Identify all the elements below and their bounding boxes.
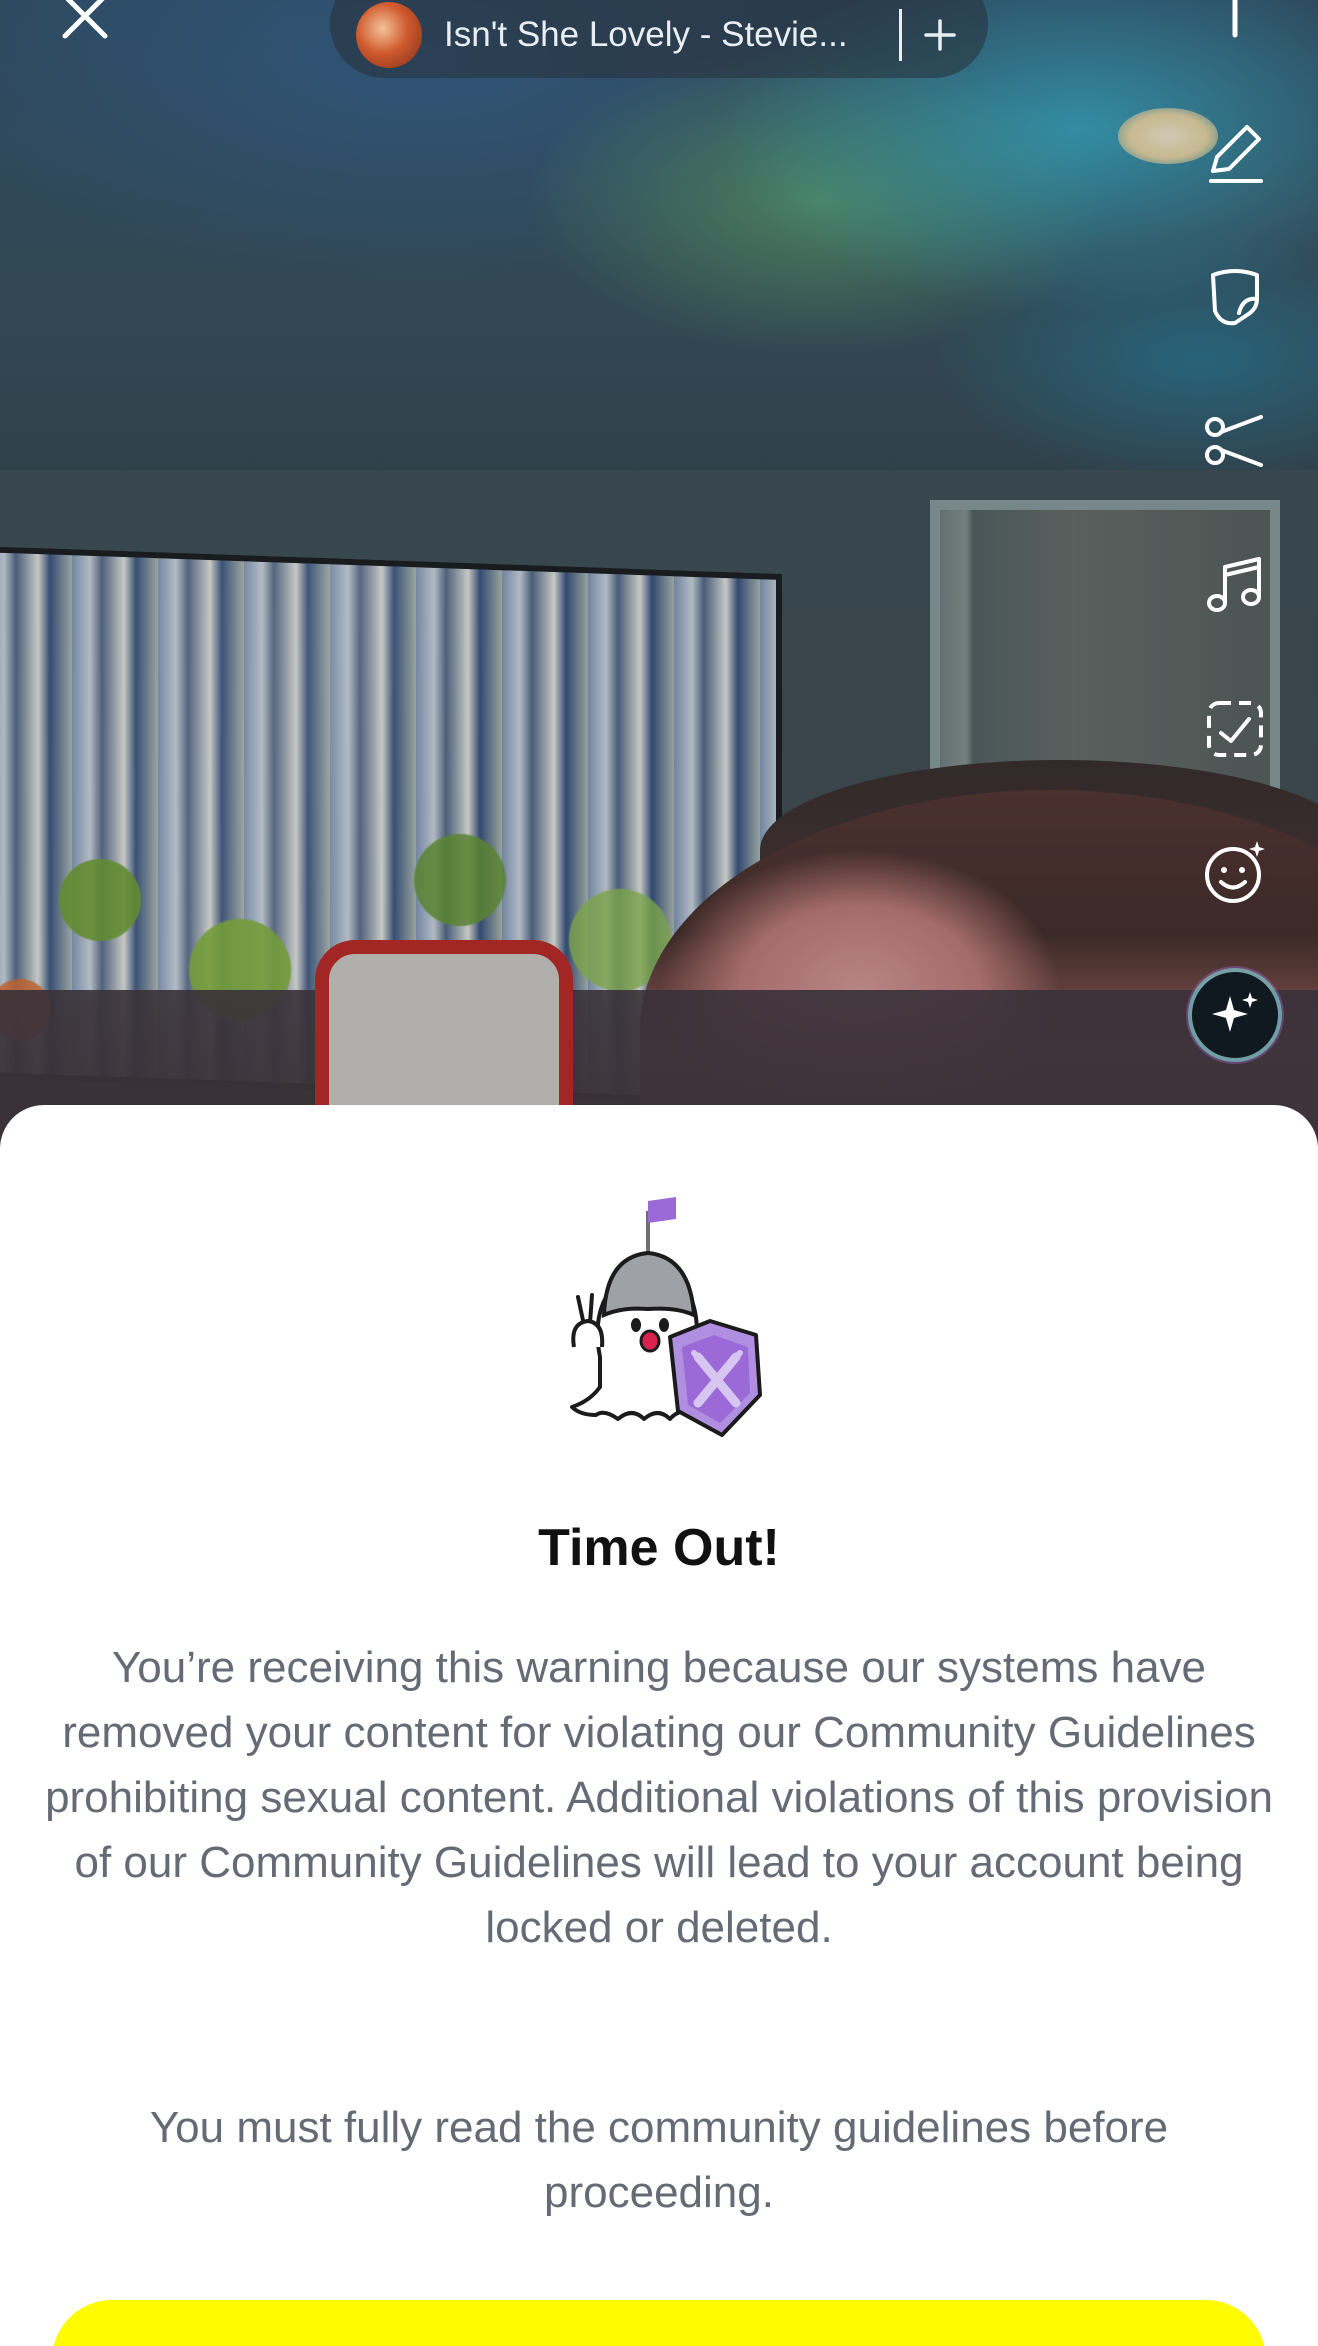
- time-out-sheet: Time Out! You’re receiving this warning …: [0, 1105, 1318, 2346]
- music-tool[interactable]: [1190, 540, 1280, 630]
- pencil-icon: [1209, 125, 1263, 183]
- sticker-icon: [1211, 269, 1259, 326]
- close-icon: [62, 0, 108, 39]
- add-music-button[interactable]: [920, 15, 960, 55]
- scan-icon: [1207, 701, 1263, 757]
- read-guidelines-button[interactable]: [52, 2300, 1266, 2346]
- music-track-pill[interactable]: Isn't She Lovely - Stevie...: [330, 0, 988, 78]
- draw-tool[interactable]: [1190, 108, 1280, 198]
- pill-divider: [899, 9, 902, 61]
- scissors-tool[interactable]: [1190, 396, 1280, 486]
- ai-tool[interactable]: [1192, 972, 1278, 1058]
- text-icon: [1232, 0, 1238, 38]
- editing-toolbar: [1190, 0, 1280, 1100]
- scan-tool[interactable]: [1190, 684, 1280, 774]
- read-guidelines-message: You must fully read the community guidel…: [149, 2103, 1169, 2217]
- photo-dim-overlay: [0, 0, 1318, 1140]
- track-title: Isn't She Lovely - Stevie...: [444, 15, 848, 54]
- text-tool[interactable]: [1190, 0, 1280, 60]
- sheet-title: Time Out!: [538, 1519, 780, 1577]
- ghost-knight-icon: [570, 1197, 762, 1437]
- lens-smile-icon: [1205, 841, 1265, 903]
- scissors-icon: [1205, 415, 1263, 467]
- music-note-icon: [1207, 557, 1261, 612]
- warning-message: You’re receiving this warning because ou…: [45, 1643, 1273, 1952]
- lens-tool[interactable]: [1190, 828, 1280, 918]
- sticker-tool[interactable]: [1190, 252, 1280, 342]
- ai-sparkle-icon: [1212, 992, 1258, 1032]
- plus-icon: [924, 19, 956, 51]
- album-art: [356, 2, 422, 68]
- close-button[interactable]: [50, 0, 120, 46]
- snap-editor-screen: Isn't She Lovely - Stevie... Time Out! Y…: [0, 0, 1318, 2346]
